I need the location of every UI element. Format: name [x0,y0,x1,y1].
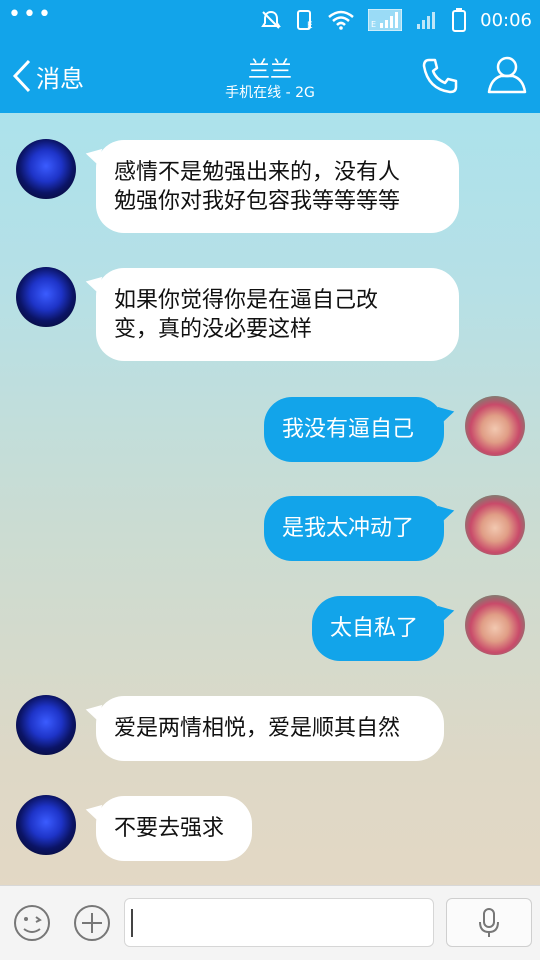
emoji-icon[interactable] [12,903,52,943]
message-bubble[interactable]: 感情不是勉强出来的，没有人 勉强你对我好包容我等等等等 [96,140,459,233]
phone-icon[interactable] [420,56,460,96]
message-text: 是我太冲动了 [282,516,415,541]
text-cursor [131,909,133,937]
network-label: E [371,20,376,29]
my-avatar[interactable] [465,396,525,456]
message-text: 爱是两情相悦，爱是顺其自然 [114,716,401,741]
contact-avatar[interactable] [16,139,76,199]
message-bubble[interactable]: 太自私了 [312,596,444,661]
chat-header: 消息 兰兰 手机在线 - 2G [0,40,540,113]
message-text: 如果你觉得你是在逼自己改 变，真的没必要这样 [114,287,379,342]
more-dots-icon: ••• [8,2,53,27]
message-bubble[interactable]: 如果你觉得你是在逼自己改 变，真的没必要这样 [96,268,459,361]
status-bar: ••• E E 00:06 [0,0,540,40]
plus-icon[interactable] [72,903,112,943]
mute-icon [261,10,281,29]
clock: 00:06 [480,9,532,31]
message-text: 太自私了 [330,616,419,641]
contact-avatar[interactable] [16,267,76,327]
contact-icon[interactable] [486,54,528,96]
svg-text:E: E [307,21,313,31]
battery-icon [452,8,467,32]
my-avatar[interactable] [465,595,525,655]
wifi-icon [328,10,354,30]
input-bar [0,885,540,960]
message-bubble[interactable]: 我没有逼自己 [264,397,444,462]
message-bubble[interactable]: 爱是两情相悦，爱是顺其自然 [96,696,444,761]
message-text: 我没有逼自己 [282,417,415,442]
signal-icon: E [368,9,403,31]
message-text: 不要去强求 [114,816,225,841]
message-input[interactable] [124,898,434,947]
contact-avatar[interactable] [16,795,76,855]
my-avatar[interactable] [465,495,525,555]
message-bubble[interactable]: 是我太冲动了 [264,496,444,561]
signal-weak-icon [417,12,436,29]
contact-avatar[interactable] [16,695,76,755]
microphone-icon [479,907,499,937]
voice-button[interactable] [446,898,532,947]
sim-icon: E [297,10,313,31]
message-bubble[interactable]: 不要去强求 [96,796,252,861]
message-text: 感情不是勉强出来的，没有人 勉强你对我好包容我等等等等 [114,159,401,214]
